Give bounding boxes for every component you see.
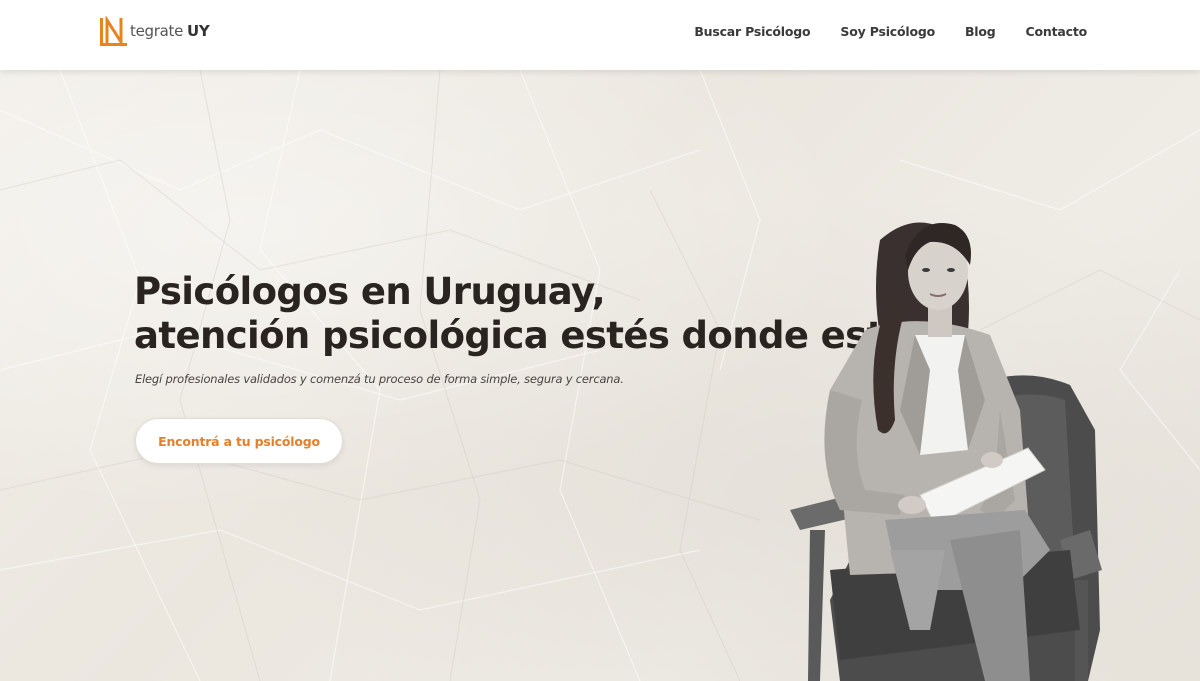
- hero-title-line-1: Psicólogos en Uruguay,: [134, 270, 606, 313]
- hero-subtitle: Elegí profesionales validados y comenzá …: [135, 372, 624, 386]
- nav-item-buscar-psicologo[interactable]: Buscar Psicólogo: [694, 24, 810, 39]
- main-nav: Buscar Psicólogo Soy Psicólogo Blog Cont…: [694, 24, 1087, 39]
- hero-section: Psicólogos en Uruguay, atención psicológ…: [0, 70, 1200, 681]
- nav-item-contacto[interactable]: Contacto: [1026, 24, 1088, 39]
- nav-item-soy-psicologo[interactable]: Soy Psicólogo: [840, 24, 935, 39]
- nav-item-blog[interactable]: Blog: [965, 24, 996, 39]
- hero-title-line-2: atención psicológica estés donde estés: [134, 314, 930, 357]
- find-psychologist-button[interactable]: Encontrá a tu psicólogo: [135, 418, 343, 464]
- hero-title: Psicólogos en Uruguay, atención psicológ…: [134, 270, 930, 358]
- brand-logo[interactable]: tegrate UY: [99, 16, 210, 48]
- site-header: tegrate UY Buscar Psicólogo Soy Psicólogo…: [0, 0, 1200, 70]
- brand-name: tegrate UY: [130, 22, 210, 40]
- logo-mark-icon: [100, 16, 127, 48]
- hero-portrait-image: [790, 222, 1102, 681]
